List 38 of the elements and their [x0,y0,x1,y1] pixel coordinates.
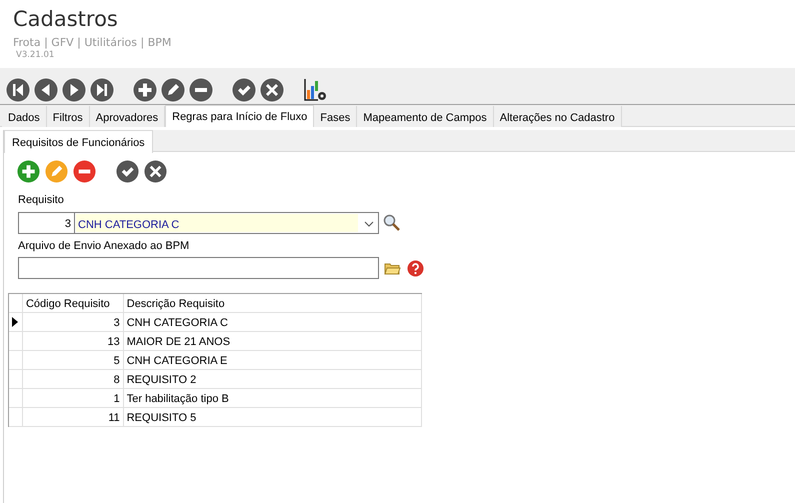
table-cell: 11 [22,408,124,426]
tab[interactable]: Fases [314,106,358,127]
add-button[interactable] [17,160,40,183]
field-label: Requisito [18,193,65,208]
table-cell: Ter habilitação tipo B [124,389,422,407]
folder-button[interactable] [384,260,401,276]
search-button[interactable] [383,214,400,231]
table-cell: 13 [22,332,124,350]
table-cell: MAIOR DE 21 ANOS [124,332,422,350]
table-cell: CNH CATEGORIA E [124,351,422,369]
tab[interactable]: Mapeamento de Campos [357,106,494,127]
column-header: Descrição Requisito [124,294,422,312]
table-cell: 3 [22,313,124,331]
help-button[interactable] [407,260,424,276]
tab[interactable]: Filtros [46,106,90,127]
confirm-button[interactable] [116,160,139,183]
code-field[interactable]: 3 [18,212,75,234]
chevron-icon [364,220,374,226]
field-label: Arquivo de Envio Anexado ao BPM [18,238,190,254]
tab[interactable]: Requisitos de Funcionários [4,130,153,153]
table-cell: REQUISITO 5 [124,408,422,426]
page-title: Cadastros [13,6,119,32]
table-cell: 8 [22,370,124,388]
remove-button[interactable] [73,160,96,183]
column-header: Código Requisito [22,294,124,312]
tab[interactable]: Dados [2,106,47,127]
file-field[interactable] [18,257,379,279]
cancel-button[interactable] [144,160,167,183]
version-label: V3.21.01 [16,49,56,61]
tab[interactable]: Aprovadores [90,106,166,127]
breadcrumb: Frota | GFV | Utilitários | BPM [13,36,172,49]
table-cell: REQUISITO 2 [124,370,422,388]
tab[interactable]: Alterações no Cadastro [494,106,622,127]
table-cell: 5 [22,351,124,369]
tab[interactable]: Regras para Início de Fluxo [165,105,314,127]
requisito-dropdown[interactable]: CNH CATEGORIA C [75,212,379,234]
table-cell: CNH CATEGORIA C [124,313,422,331]
table-cell: 1 [22,389,124,407]
